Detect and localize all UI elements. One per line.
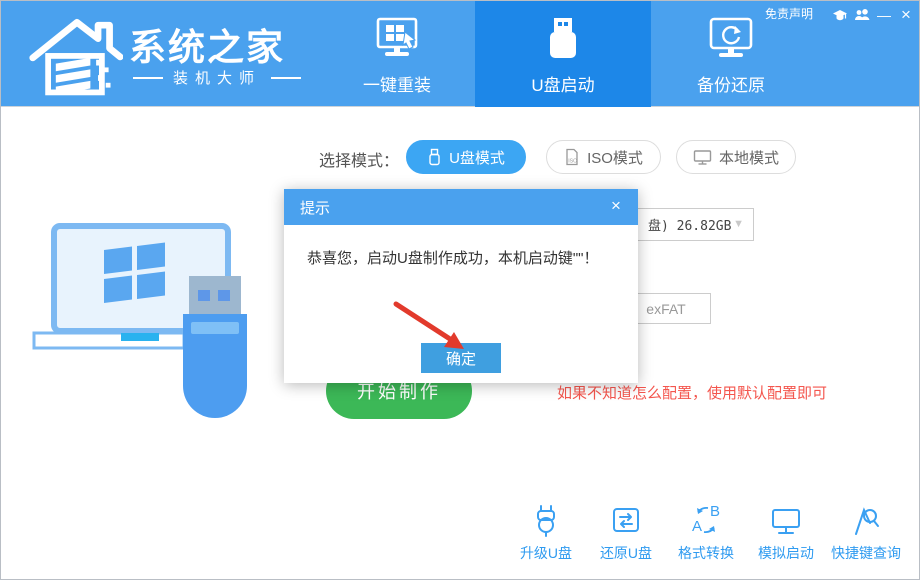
tool-format-convert[interactable]: A B 格式转换 <box>668 503 744 561</box>
users-icon[interactable] <box>853 7 871 23</box>
iso-file-icon: ISO <box>564 148 580 167</box>
restore-monitor-icon <box>705 13 757 69</box>
laptop-usb-illustration <box>26 214 281 434</box>
usb-small-icon <box>427 148 442 167</box>
tool-label: 模拟启动 <box>758 543 814 563</box>
subtitle-dash-right <box>271 77 301 79</box>
tool-simulate-boot[interactable]: 模拟启动 <box>748 503 824 561</box>
monitor-icon <box>769 503 803 537</box>
tab-usb-boot[interactable]: U盘启动 <box>475 1 651 107</box>
usb-drive-icon <box>539 13 587 69</box>
tool-label: 还原U盘 <box>600 543 652 563</box>
mode-usb-button[interactable]: U盘模式 <box>406 140 526 174</box>
mode-label: U盘模式 <box>449 147 505 168</box>
usb-plug-icon <box>529 503 563 537</box>
subtitle-dash-left <box>133 77 163 79</box>
tool-label: 升级U盘 <box>520 543 572 563</box>
config-hint-text: 如果不知道怎么配置，使用默认配置即可 <box>557 382 827 403</box>
tool-restore-usb[interactable]: 还原U盘 <box>588 503 664 561</box>
tool-upgrade-usb[interactable]: 升级U盘 <box>508 503 584 561</box>
svg-text:ISO: ISO <box>568 158 577 164</box>
reinstall-monitor-icon <box>372 13 422 69</box>
mode-local-button[interactable]: 本地模式 <box>676 140 796 174</box>
monitor-small-icon <box>693 148 712 166</box>
service-cap-icon[interactable] <box>831 7 849 23</box>
dialog-title: 提示 <box>300 197 330 218</box>
tab-label: 备份还原 <box>697 71 765 96</box>
window-controls: — × <box>827 4 915 26</box>
svg-text:B: B <box>710 503 720 520</box>
tab-label: 一键重装 <box>363 71 431 96</box>
ok-button[interactable]: 确定 <box>421 343 501 373</box>
header: 系统之家 装机大师 一键重装 <box>1 1 920 107</box>
tool-hotkey-query[interactable]: 快捷键查询 <box>828 503 904 561</box>
hotkey-search-icon <box>849 503 883 537</box>
success-dialog: 提示 × 恭喜您，启动U盘制作成功，本机启动键""！ 确定 <box>284 189 638 383</box>
tab-label: U盘启动 <box>531 71 594 96</box>
format-convert-icon: A B <box>689 503 723 537</box>
tool-label: 快捷键查询 <box>831 543 901 563</box>
svg-text:A: A <box>692 518 702 535</box>
dialog-close-icon[interactable]: × <box>606 196 626 216</box>
dropdown-arrow-icon: ▼ <box>733 218 744 230</box>
mode-label: 本地模式 <box>719 147 779 168</box>
mode-label: ISO模式 <box>587 147 643 168</box>
usb-drive-dropdown[interactable]: 盘) 26.82GB ▼ <box>621 208 754 241</box>
mode-iso-button[interactable]: ISO ISO模式 <box>546 140 661 174</box>
minimize-button[interactable]: — <box>875 7 893 23</box>
tool-label: 格式转换 <box>678 543 734 563</box>
restore-box-icon <box>609 503 643 537</box>
dialog-titlebar: 提示 × <box>284 189 638 225</box>
brand-title: 系统之家 <box>129 17 285 71</box>
app-window: 系统之家 装机大师 一键重装 <box>0 0 920 580</box>
drive-value: 盘) 26.82GB <box>648 215 731 234</box>
close-button[interactable]: × <box>897 7 915 23</box>
disclaimer-link[interactable]: 免责声明 <box>765 5 813 22</box>
dialog-message: 恭喜您，启动U盘制作成功，本机启动键""！ <box>307 247 598 268</box>
mode-select-label: 选择模式： <box>319 147 399 171</box>
brand-logo-house-icon <box>27 9 123 99</box>
tab-one-key-reinstall[interactable]: 一键重装 <box>349 1 445 107</box>
brand-subtitle: 装机大师 <box>133 67 301 88</box>
